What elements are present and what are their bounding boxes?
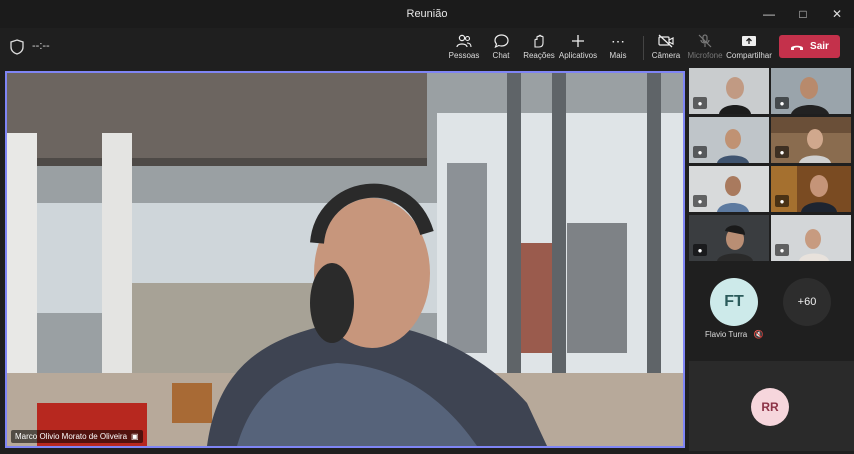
window-controls: — □ ✕ [752,0,854,28]
mic-off-icon [698,31,712,51]
ellipsis-icon: ⋯ [611,32,625,49]
chat-label: Chat [492,51,510,60]
close-icon[interactable]: ✕ [820,0,854,28]
meeting-timer: --:-- [32,40,50,52]
shield-icon [10,39,24,55]
title-bar: Reunião — □ ✕ [0,0,854,28]
window-title: Reunião [406,8,448,20]
mic-off-icon: ● [775,146,789,158]
mic-off-icon: ● [775,244,789,256]
speaker-video-feed [7,73,683,446]
avatar[interactable]: FT [710,278,758,326]
more-participants-button[interactable]: +60 [783,278,831,326]
participant-tile[interactable]: ● [689,166,769,212]
apps-label: Aplicativos [558,51,598,60]
participant-tile[interactable]: ● [771,117,851,163]
overflow-count: +60 [797,296,817,308]
participant-name-row: Flavio Turra 🔇 [705,330,763,339]
participant-tile[interactable]: ● [689,68,769,114]
mic-off-icon: ● [693,244,707,256]
mic-off-icon: ● [693,146,707,158]
mic-off-icon: 🔇 [753,330,764,339]
camera-label: Câmera [651,51,681,60]
meeting-toolbar: --:-- Pessoas Chat Reações Aplicativos ⋯… [0,28,854,66]
people-button[interactable]: Pessoas [449,31,479,65]
maximize-icon[interactable]: □ [786,0,820,28]
mic-button[interactable]: Microfone [687,31,723,65]
reactions-button[interactable]: Reações [523,31,555,65]
participant-gallery: ● ● ● ● ● ● ● ● FT Flavio Turra 🔇 +60 RR [689,68,854,454]
minimize-icon[interactable]: — [752,0,786,28]
phone-hangup-icon [791,45,804,50]
avatar: RR [751,388,789,426]
mic-off-icon: ● [775,97,789,109]
more-label: Mais [609,51,627,60]
chat-button[interactable]: Chat [489,31,513,65]
speaker-name: Marco Olivio Morato de Oliveira [15,432,128,441]
participant-tile[interactable]: ● [689,215,769,261]
participant-tile[interactable]: ● [771,215,851,261]
chat-icon [493,31,509,51]
camera-off-icon [658,31,674,51]
more-button[interactable]: ⋯ Mais [607,31,629,65]
participant-tile[interactable]: ● [771,166,851,212]
avatar-initials: RR [761,400,779,414]
mic-off-icon: ● [693,195,707,207]
mic-label: Microfone [687,51,723,60]
toolbar-divider [643,36,644,60]
participant-name: Flavio Turra [705,330,748,339]
leave-label: Sair [810,41,829,52]
plus-icon [571,31,585,51]
reactions-label: Reações [523,51,555,60]
leave-button[interactable]: Sair [779,35,840,58]
mic-off-icon: ● [775,195,789,207]
screen-share-icon: ▣ [131,432,139,441]
people-icon [456,31,472,51]
share-label: Compartilhar [726,51,772,60]
participant-tile[interactable]: ● [689,117,769,163]
speaker-name-tag: Marco Olivio Morato de Oliveira ▣ [11,430,143,443]
share-button[interactable]: Compartilhar [726,31,772,65]
participant-tile[interactable]: ● [771,68,851,114]
reactions-icon [531,31,547,51]
mic-off-icon: ● [693,97,707,109]
people-label: Pessoas [448,51,480,60]
share-screen-icon [741,31,757,51]
main-video-stage[interactable]: Marco Olivio Morato de Oliveira ▣ [5,71,685,448]
camera-button[interactable]: Câmera [652,31,680,65]
avatar-initials: FT [724,293,744,310]
participant-tile[interactable]: RR [689,361,854,451]
apps-button[interactable]: Aplicativos [559,31,597,65]
